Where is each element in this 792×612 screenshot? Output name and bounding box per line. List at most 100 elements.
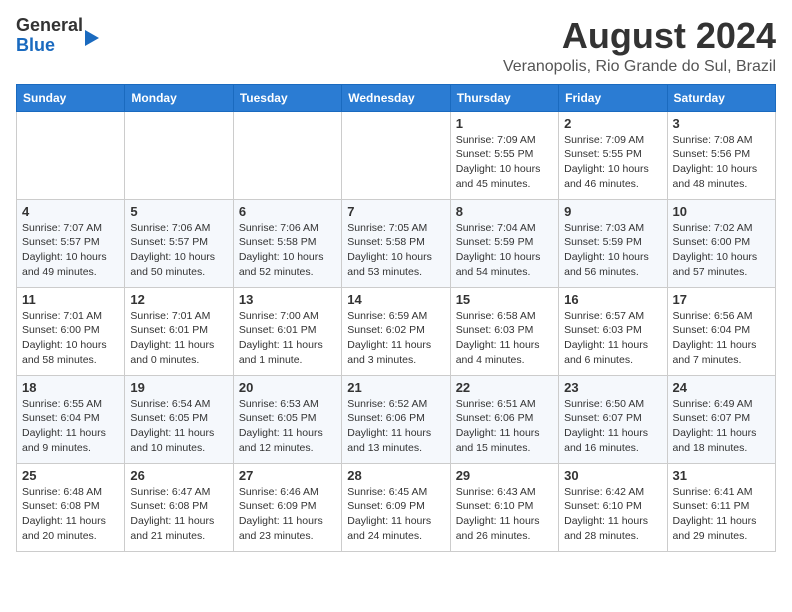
- day-info: Sunrise: 6:42 AM Sunset: 6:10 PM Dayligh…: [564, 485, 661, 544]
- logo: General Blue: [16, 16, 99, 56]
- calendar-cell: 23 Sunrise: 6:50 AM Sunset: 6:07 PM Dayli…: [559, 375, 667, 463]
- day-info: Sunrise: 7:06 AM Sunset: 5:57 PM Dayligh…: [130, 221, 227, 280]
- day-info: Sunrise: 6:49 AM Sunset: 6:07 PM Dayligh…: [673, 397, 770, 456]
- day-number: 21: [347, 380, 444, 395]
- calendar-week-row: 25 Sunrise: 6:48 AM Sunset: 6:08 PM Dayli…: [17, 463, 776, 551]
- calendar-cell: 30 Sunrise: 6:42 AM Sunset: 6:10 PM Dayli…: [559, 463, 667, 551]
- header: General Blue August 2024 Veranopolis, Ri…: [16, 16, 776, 76]
- day-number: 10: [673, 204, 770, 219]
- day-number: 11: [22, 292, 119, 307]
- calendar-cell: 18 Sunrise: 6:55 AM Sunset: 6:04 PM Dayli…: [17, 375, 125, 463]
- location-title: Veranopolis, Rio Grande do Sul, Brazil: [503, 58, 776, 76]
- calendar-cell: 24 Sunrise: 6:49 AM Sunset: 6:07 PM Dayli…: [667, 375, 775, 463]
- day-info: Sunrise: 6:55 AM Sunset: 6:04 PM Dayligh…: [22, 397, 119, 456]
- calendar-week-row: 11 Sunrise: 7:01 AM Sunset: 6:00 PM Dayli…: [17, 287, 776, 375]
- calendar-cell: [233, 111, 341, 199]
- calendar-cell: 19 Sunrise: 6:54 AM Sunset: 6:05 PM Dayli…: [125, 375, 233, 463]
- logo-general: General: [16, 16, 83, 36]
- day-info: Sunrise: 6:53 AM Sunset: 6:05 PM Dayligh…: [239, 397, 336, 456]
- day-info: Sunrise: 7:02 AM Sunset: 6:00 PM Dayligh…: [673, 221, 770, 280]
- calendar-cell: 25 Sunrise: 6:48 AM Sunset: 6:08 PM Dayli…: [17, 463, 125, 551]
- day-number: 14: [347, 292, 444, 307]
- calendar-cell: 21 Sunrise: 6:52 AM Sunset: 6:06 PM Dayli…: [342, 375, 450, 463]
- calendar-cell: 31 Sunrise: 6:41 AM Sunset: 6:11 PM Dayli…: [667, 463, 775, 551]
- day-info: Sunrise: 7:01 AM Sunset: 6:00 PM Dayligh…: [22, 309, 119, 368]
- calendar-cell: 20 Sunrise: 6:53 AM Sunset: 6:05 PM Dayli…: [233, 375, 341, 463]
- logo-text: General Blue: [16, 16, 83, 56]
- day-number: 12: [130, 292, 227, 307]
- calendar-cell: 14Sunrise: 6:59 AM Sunset: 6:02 PM Dayli…: [342, 287, 450, 375]
- col-header-wednesday: Wednesday: [342, 84, 450, 111]
- day-number: 19: [130, 380, 227, 395]
- day-number: 2: [564, 116, 661, 131]
- calendar-week-row: 18 Sunrise: 6:55 AM Sunset: 6:04 PM Dayli…: [17, 375, 776, 463]
- calendar-week-row: 1 Sunrise: 7:09 AM Sunset: 5:55 PM Daylig…: [17, 111, 776, 199]
- calendar-cell: 6Sunrise: 7:06 AM Sunset: 5:58 PM Daylig…: [233, 199, 341, 287]
- day-info: Sunrise: 6:41 AM Sunset: 6:11 PM Dayligh…: [673, 485, 770, 544]
- day-info: Sunrise: 6:54 AM Sunset: 6:05 PM Dayligh…: [130, 397, 227, 456]
- day-info: Sunrise: 7:08 AM Sunset: 5:56 PM Dayligh…: [673, 133, 770, 192]
- calendar-cell: 8 Sunrise: 7:04 AM Sunset: 5:59 PM Daylig…: [450, 199, 558, 287]
- day-number: 23: [564, 380, 661, 395]
- day-info: Sunrise: 6:43 AM Sunset: 6:10 PM Dayligh…: [456, 485, 553, 544]
- calendar-cell: 4Sunrise: 7:07 AM Sunset: 5:57 PM Daylig…: [17, 199, 125, 287]
- day-info: Sunrise: 6:58 AM Sunset: 6:03 PM Dayligh…: [456, 309, 553, 368]
- day-info: Sunrise: 7:03 AM Sunset: 5:59 PM Dayligh…: [564, 221, 661, 280]
- calendar-cell: [125, 111, 233, 199]
- day-number: 4: [22, 204, 119, 219]
- day-number: 27: [239, 468, 336, 483]
- calendar-cell: 28 Sunrise: 6:45 AM Sunset: 6:09 PM Dayli…: [342, 463, 450, 551]
- calendar-cell: 7Sunrise: 7:05 AM Sunset: 5:58 PM Daylig…: [342, 199, 450, 287]
- month-title: August 2024: [503, 16, 776, 56]
- day-info: Sunrise: 6:48 AM Sunset: 6:08 PM Dayligh…: [22, 485, 119, 544]
- day-info: Sunrise: 7:05 AM Sunset: 5:58 PM Dayligh…: [347, 221, 444, 280]
- day-number: 29: [456, 468, 553, 483]
- day-number: 30: [564, 468, 661, 483]
- day-info: Sunrise: 7:01 AM Sunset: 6:01 PM Dayligh…: [130, 309, 227, 368]
- logo-triangle-icon: [85, 30, 99, 46]
- day-info: Sunrise: 7:04 AM Sunset: 5:59 PM Dayligh…: [456, 221, 553, 280]
- col-header-saturday: Saturday: [667, 84, 775, 111]
- calendar-cell: 22Sunrise: 6:51 AM Sunset: 6:06 PM Dayli…: [450, 375, 558, 463]
- calendar-cell: 27 Sunrise: 6:46 AM Sunset: 6:09 PM Dayli…: [233, 463, 341, 551]
- day-number: 8: [456, 204, 553, 219]
- day-number: 24: [673, 380, 770, 395]
- calendar-cell: 29 Sunrise: 6:43 AM Sunset: 6:10 PM Dayli…: [450, 463, 558, 551]
- day-number: 28: [347, 468, 444, 483]
- day-info: Sunrise: 7:00 AM Sunset: 6:01 PM Dayligh…: [239, 309, 336, 368]
- calendar-cell: 10 Sunrise: 7:02 AM Sunset: 6:00 PM Dayli…: [667, 199, 775, 287]
- day-number: 20: [239, 380, 336, 395]
- day-number: 3: [673, 116, 770, 131]
- calendar-cell: 11 Sunrise: 7:01 AM Sunset: 6:00 PM Dayli…: [17, 287, 125, 375]
- calendar-cell: 26 Sunrise: 6:47 AM Sunset: 6:08 PM Dayli…: [125, 463, 233, 551]
- day-info: Sunrise: 6:57 AM Sunset: 6:03 PM Dayligh…: [564, 309, 661, 368]
- day-info: Sunrise: 6:50 AM Sunset: 6:07 PM Dayligh…: [564, 397, 661, 456]
- day-info: Sunrise: 6:45 AM Sunset: 6:09 PM Dayligh…: [347, 485, 444, 544]
- calendar-cell: [17, 111, 125, 199]
- calendar-cell: 3 Sunrise: 7:08 AM Sunset: 5:56 PM Daylig…: [667, 111, 775, 199]
- day-info: Sunrise: 6:51 AM Sunset: 6:06 PM Dayligh…: [456, 397, 553, 456]
- day-info: Sunrise: 6:46 AM Sunset: 6:09 PM Dayligh…: [239, 485, 336, 544]
- day-number: 13: [239, 292, 336, 307]
- day-number: 17: [673, 292, 770, 307]
- day-number: 25: [22, 468, 119, 483]
- day-info: Sunrise: 6:52 AM Sunset: 6:06 PM Dayligh…: [347, 397, 444, 456]
- calendar-cell: 9Sunrise: 7:03 AM Sunset: 5:59 PM Daylig…: [559, 199, 667, 287]
- day-number: 16: [564, 292, 661, 307]
- calendar-cell: 5 Sunrise: 7:06 AM Sunset: 5:57 PM Daylig…: [125, 199, 233, 287]
- day-number: 31: [673, 468, 770, 483]
- calendar-table: SundayMondayTuesdayWednesdayThursdayFrid…: [16, 84, 776, 552]
- day-info: Sunrise: 7:09 AM Sunset: 5:55 PM Dayligh…: [456, 133, 553, 192]
- day-info: Sunrise: 6:47 AM Sunset: 6:08 PM Dayligh…: [130, 485, 227, 544]
- day-number: 5: [130, 204, 227, 219]
- col-header-thursday: Thursday: [450, 84, 558, 111]
- day-number: 1: [456, 116, 553, 131]
- calendar-cell: 2 Sunrise: 7:09 AM Sunset: 5:55 PM Daylig…: [559, 111, 667, 199]
- day-number: 26: [130, 468, 227, 483]
- day-info: Sunrise: 6:56 AM Sunset: 6:04 PM Dayligh…: [673, 309, 770, 368]
- day-info: Sunrise: 7:06 AM Sunset: 5:58 PM Dayligh…: [239, 221, 336, 280]
- day-number: 18: [22, 380, 119, 395]
- day-info: Sunrise: 7:09 AM Sunset: 5:55 PM Dayligh…: [564, 133, 661, 192]
- calendar-cell: 16 Sunrise: 6:57 AM Sunset: 6:03 PM Dayli…: [559, 287, 667, 375]
- calendar-cell: [342, 111, 450, 199]
